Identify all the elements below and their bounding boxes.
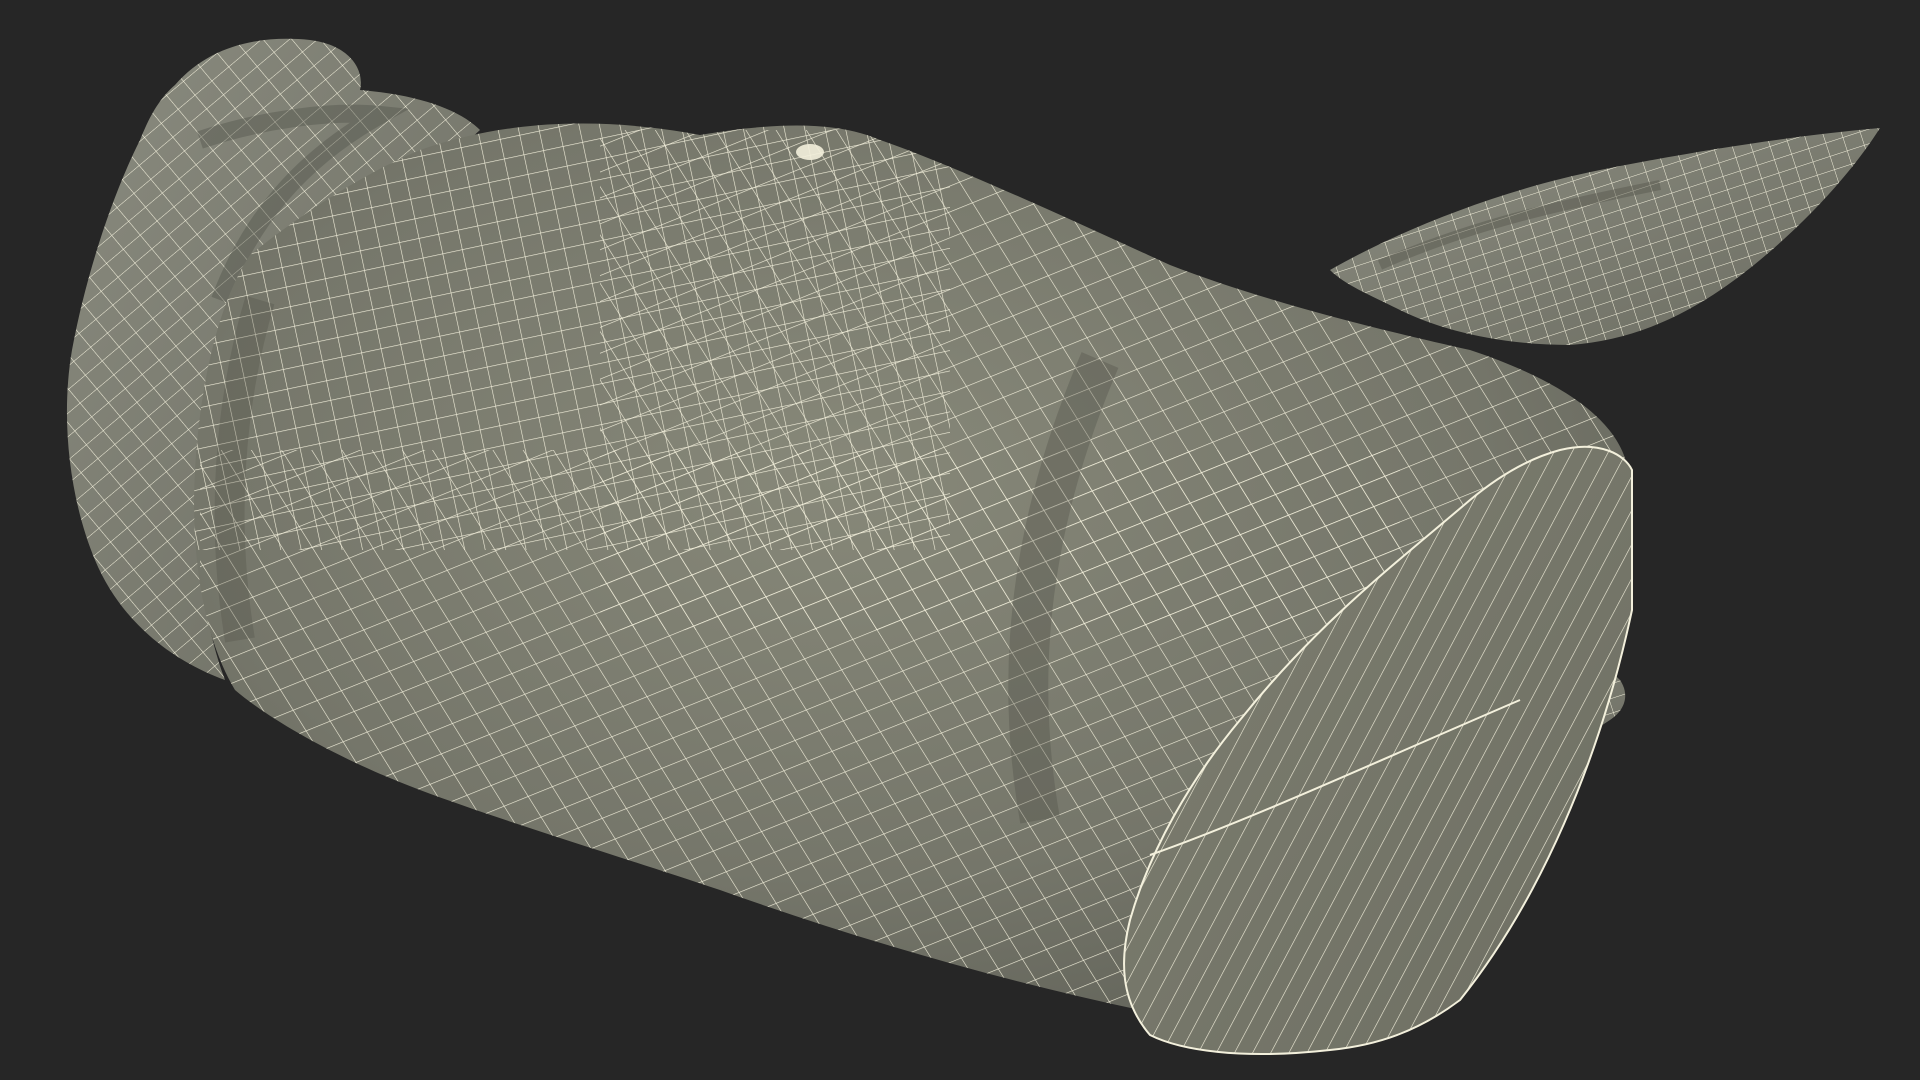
render-viewport [0,0,1920,1080]
top-bump [796,144,824,160]
wireframe-model [0,0,1920,1080]
